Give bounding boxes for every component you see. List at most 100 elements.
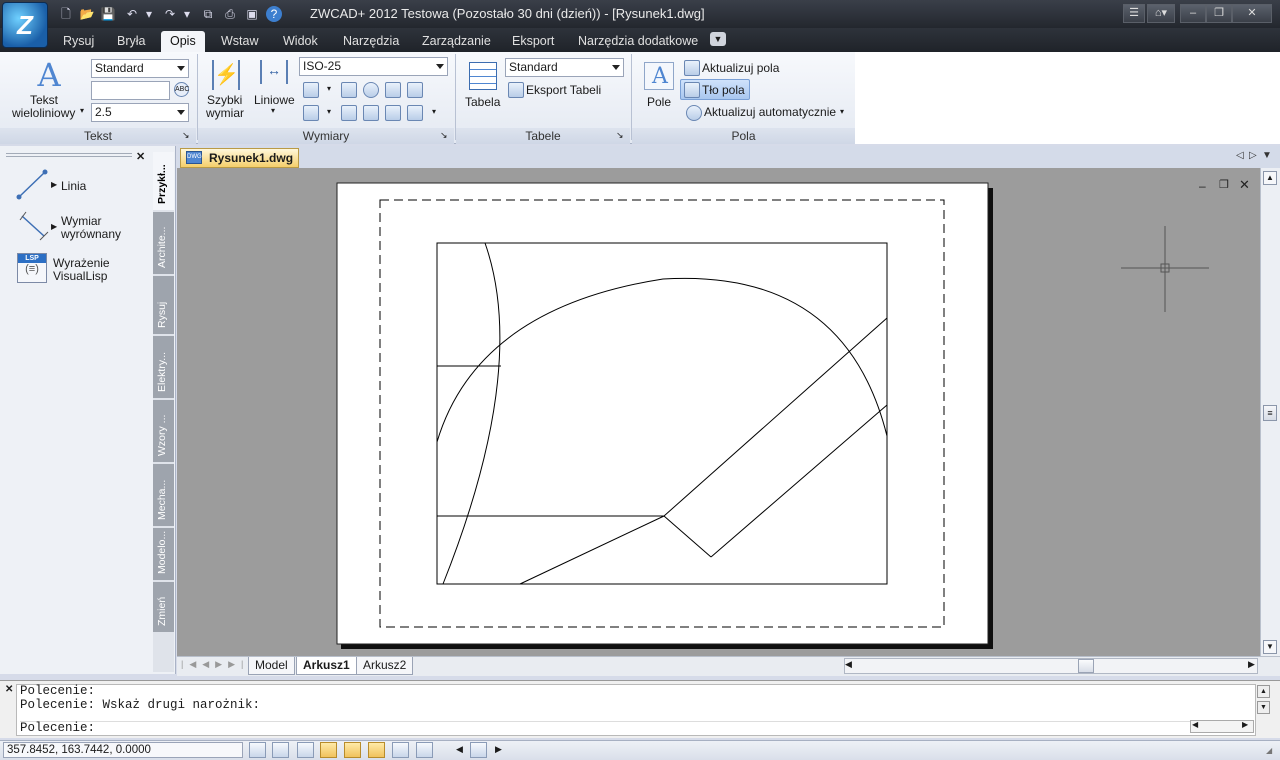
redo-dropdown-icon[interactable]: ▾ (182, 6, 192, 22)
dim-oblique-icon[interactable] (407, 105, 423, 121)
snap-toggle-icon[interactable] (249, 742, 266, 758)
undo-dropdown-icon[interactable]: ▾ (144, 6, 154, 22)
wymiary-launcher-icon[interactable]: ↘ (440, 130, 448, 141)
layout-nav-icons[interactable]: |◀◀▶▶| (181, 659, 249, 670)
command-prompt[interactable]: Polecenie: (20, 721, 1252, 736)
export-table-label[interactable]: Eksport Tabeli (526, 83, 601, 97)
table-icon[interactable] (469, 62, 497, 90)
auto-update-dropdown-icon[interactable]: ▾ (840, 107, 844, 116)
mtext-label-1[interactable]: Tekst (30, 93, 58, 107)
scroll-up-icon[interactable]: ▲ (1263, 171, 1277, 185)
text-style-combo[interactable]: Standard (91, 59, 189, 78)
palette-item-label[interactable]: VisualLisp (53, 269, 107, 283)
tab-narzedzia[interactable]: Narzędzia (334, 31, 408, 52)
publish-icon[interactable]: ▣ (244, 6, 260, 22)
command-history[interactable]: Polecenie: Polecenie: Wskaż drugi narożn… (16, 684, 1256, 736)
baseline-dim-icon[interactable] (303, 82, 319, 98)
save-icon[interactable]: 💾 (100, 6, 116, 22)
jogged-dropdown-icon[interactable]: ▾ (327, 107, 331, 116)
palette-tab[interactable]: Archite... (153, 212, 174, 274)
jogged-dim-icon[interactable] (303, 105, 319, 121)
lineweight-toggle-icon[interactable] (392, 742, 409, 758)
tab-scroll-left-icon[interactable]: ◁ (1236, 150, 1244, 161)
help-icon[interactable]: ? (266, 6, 282, 22)
mtext-dropdown-icon[interactable]: ▾ (80, 106, 84, 115)
tabele-launcher-icon[interactable]: ↘ (616, 130, 624, 141)
auto-update-icon[interactable] (686, 105, 702, 121)
scroll-thumb[interactable]: ≡ (1263, 405, 1277, 421)
grid-toggle-icon[interactable] (272, 742, 289, 758)
window-layout-icon[interactable]: ⌂▾ (1147, 4, 1175, 23)
dim-break-icon[interactable] (341, 105, 357, 121)
horizontal-scrollbar[interactable] (844, 658, 1258, 674)
scroll-down-icon[interactable]: ▼ (1263, 640, 1277, 654)
export-table-icon[interactable] (508, 82, 524, 98)
print-icon[interactable]: ⎙ (222, 6, 238, 22)
tab-rysuj[interactable]: Rysuj (54, 31, 103, 52)
ribbon-minimize-icon[interactable]: ▼ (710, 32, 726, 46)
palette-item-label[interactable]: Linia (61, 179, 86, 193)
restore-button[interactable]: ❐ (1206, 4, 1232, 23)
undo-icon[interactable]: ↶ (124, 6, 140, 22)
redo-icon[interactable]: ↷ (162, 6, 178, 22)
dim-update-icon[interactable] (407, 82, 423, 98)
text-input[interactable] (91, 81, 170, 100)
field-icon[interactable]: A (644, 62, 674, 90)
palette-item-label[interactable]: wyrównany (61, 227, 121, 241)
paper-model-toggle-icon[interactable] (416, 742, 433, 758)
new-icon[interactable]: 🗋 (58, 6, 74, 22)
cmd-hscroll-right-icon[interactable]: ▶ (1242, 720, 1248, 729)
tab-list-icon[interactable]: ▼ (1262, 150, 1272, 161)
palette-grip[interactable] (6, 153, 132, 157)
palette-tab[interactable]: Modelo... (153, 528, 174, 580)
status-next-icon[interactable]: ▶ (495, 744, 502, 755)
dim-text-edit-icon[interactable] (385, 105, 401, 121)
field-background-label[interactable]: Tło pola (702, 83, 745, 97)
palette-tab[interactable]: Rysuj (153, 276, 174, 334)
palette-tab[interactable]: Przykł... (153, 152, 174, 210)
cmd-scroll-down-icon[interactable]: ▼ (1257, 701, 1270, 714)
cmd-hscroll-left-icon[interactable]: ◀ (1192, 720, 1198, 729)
tab-narzedzia-dodatkowe[interactable]: Narzędzia dodatkowe (569, 31, 707, 52)
minimize-button[interactable]: – (1180, 4, 1206, 23)
otrack-toggle-icon[interactable] (368, 742, 385, 758)
tab-eksport[interactable]: Eksport (503, 31, 563, 52)
inspect-dim-icon[interactable] (385, 82, 401, 98)
status-prev-icon[interactable]: ◀ (456, 744, 463, 755)
line-flyout-icon[interactable]: ▶ (51, 180, 57, 189)
coordinates-readout[interactable]: 357.8452, 163.7442, 0.0000 (3, 742, 243, 758)
linear-dimension-icon[interactable]: ↔ (260, 60, 288, 84)
hscroll-thumb[interactable] (1078, 659, 1094, 673)
tab-opis[interactable]: Opis (161, 31, 205, 52)
layout-tab-arkusz1[interactable]: Arkusz1 (296, 657, 357, 675)
palette-item-label[interactable]: Wymiar (61, 214, 102, 228)
tab-scroll-right-icon[interactable]: ▷ (1249, 150, 1257, 161)
open-icon[interactable]: 📂 (79, 6, 95, 22)
drawing-area[interactable] (177, 168, 1260, 656)
dim-more-dropdown-icon[interactable]: ▾ (432, 107, 436, 116)
tekst-launcher-icon[interactable]: ↘ (182, 130, 190, 141)
zwcad-logo-icon[interactable]: Z (2, 2, 48, 48)
line-tool-icon[interactable] (16, 168, 50, 202)
layout-tab-arkusz2[interactable]: Arkusz2 (356, 657, 414, 675)
auto-update-label[interactable]: Aktualizuj automatycznie (704, 105, 836, 119)
palette-tab[interactable]: Zmień (153, 582, 174, 632)
visuallisp-icon[interactable]: LSP (≡) (17, 253, 47, 283)
palette-tab[interactable]: Mecha... (153, 464, 174, 526)
center-mark-icon[interactable] (363, 82, 379, 98)
field-label[interactable]: Pole (647, 95, 671, 109)
osnap-toggle-icon[interactable] (344, 742, 361, 758)
multiline-text-icon[interactable]: A (30, 58, 68, 92)
aligned-dim-flyout-icon[interactable]: ▶ (51, 222, 57, 231)
tab-bryla[interactable]: Bryła (108, 31, 154, 52)
tab-zarzadzanie[interactable]: Zarządzanie (413, 31, 500, 52)
palette-tab[interactable]: Elektry... (153, 336, 174, 398)
palette-close-icon[interactable]: ✕ (136, 150, 145, 163)
ortho-toggle-icon[interactable] (297, 742, 314, 758)
workspace-icon[interactable]: ☰ (1123, 4, 1145, 23)
palette-item-label[interactable]: Wyrażenie (53, 256, 110, 270)
mtext-label-2[interactable]: wieloliniowy (12, 106, 75, 120)
update-fields-label[interactable]: Aktualizuj pola (702, 61, 779, 75)
dim-space-icon[interactable] (341, 82, 357, 98)
aligned-dimension-icon[interactable] (18, 210, 50, 242)
